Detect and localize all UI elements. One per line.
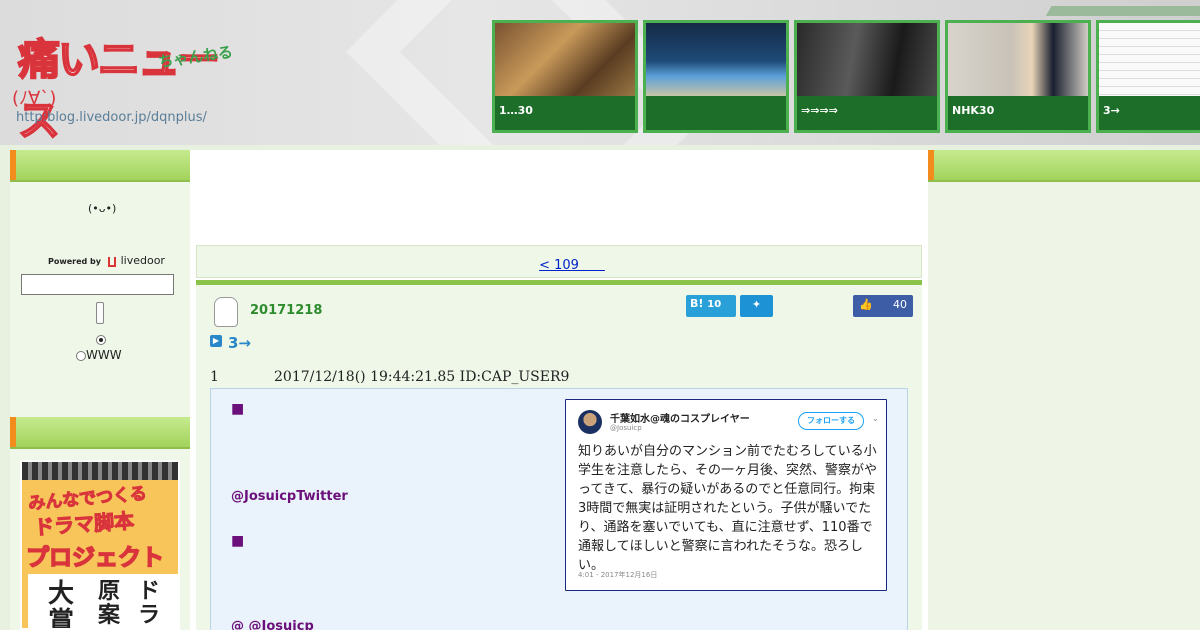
thumbnail-caption: 1…30 (495, 96, 635, 130)
banner-col-3: ドラ (138, 579, 161, 628)
main-content: < 109 20171218 B! 10 ✦ 👍 40 ▶ 3→ 1 2017/… (190, 150, 928, 630)
banner-col-2: 原案 (98, 579, 121, 628)
banner-line-3: プロジェクト (25, 544, 165, 572)
search-input[interactable] (21, 274, 174, 295)
hatena-label: B! (690, 297, 704, 310)
hatena-count: 10 (707, 299, 722, 310)
like-button[interactable]: 👍 40 (853, 295, 913, 317)
thumbnail-2[interactable] (643, 20, 789, 133)
thumbnail-caption: NHK30 (948, 96, 1088, 130)
embedded-tweet[interactable]: 千葉如水@魂のコスプレイヤー @Josuicp フォローする ⌄ 知りあいが自分… (565, 399, 887, 591)
radio-www-circle[interactable] (76, 351, 86, 361)
site-logo[interactable]: 痛いニュース ちゃんねる (ﾉ∀`) http:blog.livedoor.jp… (8, 20, 238, 145)
chevron-down-icon[interactable]: ⌄ (872, 414, 879, 423)
tweet-body: 知りあいが自分のマンション前でたむろしている小学生を注意したら、その一ヶ月後、突… (578, 444, 878, 573)
logo-face: (ﾉ∀`) (12, 88, 57, 109)
pager-box: < 109 (196, 245, 922, 278)
livedoor-logo-icon (107, 256, 116, 267)
search-button[interactable] (96, 302, 104, 324)
thumbnail-1[interactable]: 1…30 (492, 20, 638, 133)
thumbnail-image (1099, 23, 1200, 99)
drama-project-banner[interactable]: みんなでつくる ドラマ脚本 プロジェクト 大賞 原案 ドラ (20, 460, 180, 630)
thumbnail-5[interactable]: 3→ (1096, 20, 1200, 133)
powered-by-label: Powered by livedoor (48, 254, 165, 267)
powered-by-text: Powered by (48, 257, 101, 266)
twitter-bird-icon: ✦ (751, 298, 762, 311)
radio-blog[interactable] (96, 335, 106, 345)
thumbnail-image (797, 23, 937, 99)
follow-label: フォローする (807, 416, 855, 425)
post-title[interactable]: 3→ (228, 334, 251, 352)
logo-url: http:blog.livedoor.jp/dqnplus/ (16, 110, 207, 125)
tweet-timestamp: 4:01 - 2017年12月16日 (578, 571, 658, 579)
hatena-bookmark-button[interactable]: B! 10 (686, 295, 736, 317)
sidebar-section-bar (10, 417, 190, 449)
sidebar-header-bar (10, 150, 190, 182)
thumbs-up-icon: 👍 (859, 298, 873, 311)
bullet-marker: ■ (231, 401, 245, 417)
banner-keyboard-image (22, 462, 178, 480)
response-meta: 2017/12/18() 19:44:21.85 ID:CAP_USER9 (274, 369, 570, 385)
site-header: 痛いニュース ちゃんねる (ﾉ∀`) http:blog.livedoor.jp… (0, 0, 1200, 145)
banner-line-2: ドラマ脚本 (33, 508, 135, 540)
twitter-handle-text: @JosuicpTwitter (231, 489, 348, 504)
tweet-author-name: 千葉如水@魂のコスプレイヤー (610, 414, 750, 425)
post-author-icon (214, 297, 238, 327)
right-sidebar (928, 150, 1200, 630)
radio-www-label: WWW (86, 348, 122, 362)
bar-tab (10, 417, 16, 447)
thumbnail-caption: 3→ (1099, 96, 1200, 130)
thumbnail-image (948, 23, 1088, 99)
post-date: 20171218 (250, 303, 323, 318)
radio-www[interactable]: WWW (76, 348, 122, 362)
livedoor-text: livedoor (120, 254, 165, 267)
emoticon-icon: (•ᴗ•) (88, 202, 117, 215)
thumbnail-image (646, 23, 786, 99)
left-sidebar: (•ᴗ•) Powered by livedoor WWW みんなでつくる ドラ… (10, 150, 190, 630)
josuicp-link-text: @ @Josuicp (231, 619, 314, 630)
bullet-marker: ■ (231, 533, 245, 549)
follow-button[interactable]: フォローする (798, 412, 864, 430)
response-number: 1 (210, 369, 219, 385)
prev-page-link[interactable]: < 109 (539, 258, 605, 273)
thumbnail-caption: ⇒⇒⇒⇒ (797, 96, 937, 130)
thumbnail-image (495, 23, 635, 99)
quote-box: ■ @JosuicpTwitter ■ @ @Josuicp 千葉如水@魂のコス… (210, 388, 908, 630)
tweet-avatar (578, 410, 602, 434)
thumbnail-4[interactable]: NHK30 (945, 20, 1091, 133)
tweet-author-handle: @Josuicp (610, 424, 642, 432)
thumbnail-caption (646, 96, 786, 130)
like-count: 40 (893, 298, 907, 311)
bar-tab (10, 150, 16, 180)
thumbnail-3[interactable]: ⇒⇒⇒⇒ (794, 20, 940, 133)
twitter-share-button[interactable]: ✦ (740, 295, 773, 317)
banner-col-1: 大賞 (48, 579, 75, 630)
bar-tab (928, 150, 934, 180)
right-header-bar (928, 150, 1200, 182)
post-title-icon: ▶ (210, 335, 222, 347)
